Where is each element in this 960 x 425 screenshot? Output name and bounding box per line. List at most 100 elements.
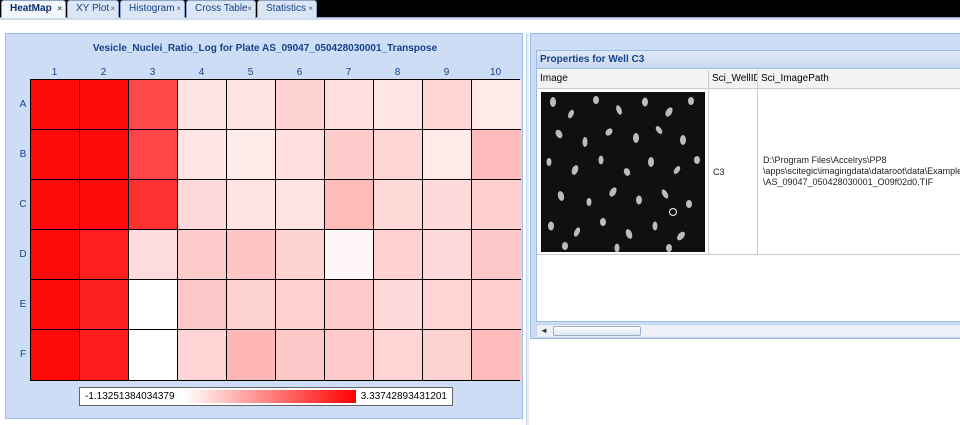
heatmap-cell-b2[interactable] [80, 130, 129, 180]
well-id-value: C3 [713, 167, 725, 177]
heatmap-cell-a6[interactable] [276, 80, 325, 130]
row-label-d: D [19, 249, 27, 260]
tab-heatmap[interactable]: HeatMap × [1, 0, 66, 18]
tab-xy-plot-label: XY Plot [76, 3, 110, 14]
heatmap-cell-f1[interactable] [31, 330, 80, 380]
heatmap-cell-b9[interactable] [423, 130, 472, 180]
heatmap-cell-f7[interactable] [325, 330, 374, 380]
heatmap-cell-c2[interactable] [80, 180, 129, 230]
heatmap-cell-e7[interactable] [325, 280, 374, 330]
column-label-3: 3 [149, 67, 156, 78]
heatmap-cell-e10[interactable] [472, 280, 521, 330]
heatmap-cell-f6[interactable] [276, 330, 325, 380]
heatmap-cell-c3[interactable] [129, 180, 178, 230]
heatmap-cell-d10[interactable] [472, 230, 521, 280]
column-label-1: 1 [51, 67, 58, 78]
scroll-thumb[interactable] [553, 326, 641, 336]
heatmap-cell-e6[interactable] [276, 280, 325, 330]
column-header-well-id[interactable]: Sci_WellID [709, 70, 758, 89]
heatmap-cell-d9[interactable] [423, 230, 472, 280]
heatmap-cell-a1[interactable] [31, 80, 80, 130]
heatmap-cell-b8[interactable] [374, 130, 423, 180]
column-label-10: 10 [489, 67, 502, 78]
horizontal-scrollbar[interactable]: ◄ [536, 324, 960, 338]
heatmap-cell-b3[interactable] [129, 130, 178, 180]
heatmap-cell-f9[interactable] [423, 330, 472, 380]
scroll-left-icon[interactable]: ◄ [537, 325, 551, 337]
heatmap-cell-c9[interactable] [423, 180, 472, 230]
heatmap-cell-b4[interactable] [178, 130, 227, 180]
tab-heatmap-label: HeatMap [10, 3, 52, 14]
row-label-f: F [19, 349, 27, 360]
microscopy-thumbnail [541, 92, 705, 252]
heatmap-cell-e2[interactable] [80, 280, 129, 330]
heatmap-cell-a8[interactable] [374, 80, 423, 130]
tab-histogram[interactable]: Histogram × [120, 0, 185, 18]
color-legend: -1.13251384034379 3.33742893431201 [79, 387, 453, 406]
column-header-image-path[interactable]: Sci_ImagePath [758, 70, 960, 89]
heatmap-cell-c5[interactable] [227, 180, 276, 230]
panel-splitter[interactable] [526, 33, 529, 425]
heatmap-cell-f5[interactable] [227, 330, 276, 380]
heatmap-cell-d3[interactable] [129, 230, 178, 280]
heatmap-cell-c10[interactable] [472, 180, 521, 230]
row-label-c: C [19, 199, 27, 210]
heatmap-cell-b6[interactable] [276, 130, 325, 180]
heatmap-cell-d2[interactable] [80, 230, 129, 280]
heatmap-cell-f4[interactable] [178, 330, 227, 380]
heatmap-panel: Vesicle_Nuclei_Ratio_Log for Plate AS_09… [5, 33, 523, 419]
heatmap-cell-e3[interactable] [129, 280, 178, 330]
heatmap-cell-f3[interactable] [129, 330, 178, 380]
heatmap-cell-a9[interactable] [423, 80, 472, 130]
image-path-line-1: D:\Program Files\Accelrys\PP8 [763, 155, 887, 165]
heatmap-cell-e8[interactable] [374, 280, 423, 330]
heatmap-cell-c1[interactable] [31, 180, 80, 230]
heatmap-cell-a5[interactable] [227, 80, 276, 130]
heatmap-cell-c8[interactable] [374, 180, 423, 230]
tab-statistics-label: Statistics [266, 3, 307, 14]
heatmap-cell-c7[interactable] [325, 180, 374, 230]
tab-statistics-close-icon[interactable]: × [308, 1, 313, 17]
tab-xy-plot-close-icon[interactable]: × [110, 1, 115, 17]
heatmap-title: Vesicle_Nuclei_Ratio_Log for Plate AS_09… [92, 43, 438, 54]
heatmap-cell-c4[interactable] [178, 180, 227, 230]
well-id-cell: C3 [709, 89, 758, 255]
image-path-value: D:\Program Files\Accelrys\PP8 \apps\scit… [763, 155, 960, 188]
column-header-image[interactable]: Image [537, 70, 709, 89]
row-label-a: A [19, 99, 27, 110]
heatmap-cell-d4[interactable] [178, 230, 227, 280]
tab-statistics[interactable]: Statistics × [257, 0, 317, 18]
heatmap-cell-d8[interactable] [374, 230, 423, 280]
tab-xy-plot[interactable]: XY Plot × [67, 0, 119, 18]
heatmap-cell-b10[interactable] [472, 130, 521, 180]
heatmap-cell-f8[interactable] [374, 330, 423, 380]
heatmap-cell-e4[interactable] [178, 280, 227, 330]
heatmap-cell-a10[interactable] [472, 80, 521, 130]
heatmap-cell-a3[interactable] [129, 80, 178, 130]
heatmap-cell-a4[interactable] [178, 80, 227, 130]
heatmap-cell-f2[interactable] [80, 330, 129, 380]
heatmap-cell-d6[interactable] [276, 230, 325, 280]
image-path-cell: D:\Program Files\Accelrys\PP8 \apps\scit… [758, 89, 960, 255]
heatmap-cell-e1[interactable] [31, 280, 80, 330]
column-label-6: 6 [296, 67, 303, 78]
tab-cross-table-close-icon[interactable]: × [247, 1, 252, 17]
tab-cross-table[interactable]: Cross Table × [186, 0, 256, 18]
heatmap-cell-e5[interactable] [227, 280, 276, 330]
heatmap-cell-c6[interactable] [276, 180, 325, 230]
heatmap-cell-a2[interactable] [80, 80, 129, 130]
heatmap-cell-b1[interactable] [31, 130, 80, 180]
column-label-8: 8 [394, 67, 401, 78]
heatmap-cell-b5[interactable] [227, 130, 276, 180]
heatmap-cell-d1[interactable] [31, 230, 80, 280]
properties-panel: Properties for Well C3 Image Sci_WellID … [530, 33, 960, 339]
heatmap-cell-a7[interactable] [325, 80, 374, 130]
heatmap-cell-b7[interactable] [325, 130, 374, 180]
tab-heatmap-close-icon[interactable]: × [57, 1, 62, 17]
heatmap-cell-d5[interactable] [227, 230, 276, 280]
heatmap-cell-e9[interactable] [423, 280, 472, 330]
tab-histogram-close-icon[interactable]: × [176, 1, 181, 17]
heatmap-cell-f10[interactable] [472, 330, 521, 380]
nuclei-image [541, 92, 705, 252]
heatmap-cell-d7[interactable] [325, 230, 374, 280]
